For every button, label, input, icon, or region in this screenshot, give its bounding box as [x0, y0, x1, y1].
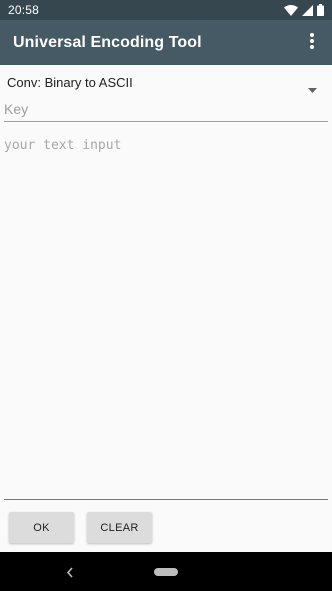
navigation-bar	[0, 552, 332, 591]
app-title: Universal Encoding Tool	[13, 33, 202, 51]
more-vert-icon	[310, 32, 314, 54]
clear-button[interactable]: CLEAR	[87, 512, 152, 543]
ok-button[interactable]: OK	[9, 512, 74, 543]
key-input[interactable]	[4, 101, 328, 117]
text-input[interactable]	[4, 134, 328, 499]
wifi-icon	[284, 4, 298, 16]
signal-icon	[302, 4, 313, 16]
app-bar: Universal Encoding Tool	[0, 20, 332, 65]
home-pill-icon[interactable]	[154, 568, 178, 576]
key-field[interactable]	[4, 97, 328, 122]
dropdown-arrow-icon	[308, 80, 317, 98]
battery-icon	[317, 4, 324, 16]
status-bar: 20:58	[0, 0, 332, 20]
overflow-menu-button[interactable]	[300, 31, 324, 55]
main-content: Conv: Binary to ASCII OK CLEAR	[0, 65, 332, 552]
back-icon[interactable]	[66, 565, 74, 583]
conversion-selected-value: Conv: Binary to ASCII	[7, 74, 133, 90]
status-icons	[284, 4, 324, 16]
status-time: 20:58	[8, 3, 40, 17]
text-input-area[interactable]	[4, 134, 328, 500]
conversion-spinner[interactable]: Conv: Binary to ASCII	[0, 69, 332, 95]
